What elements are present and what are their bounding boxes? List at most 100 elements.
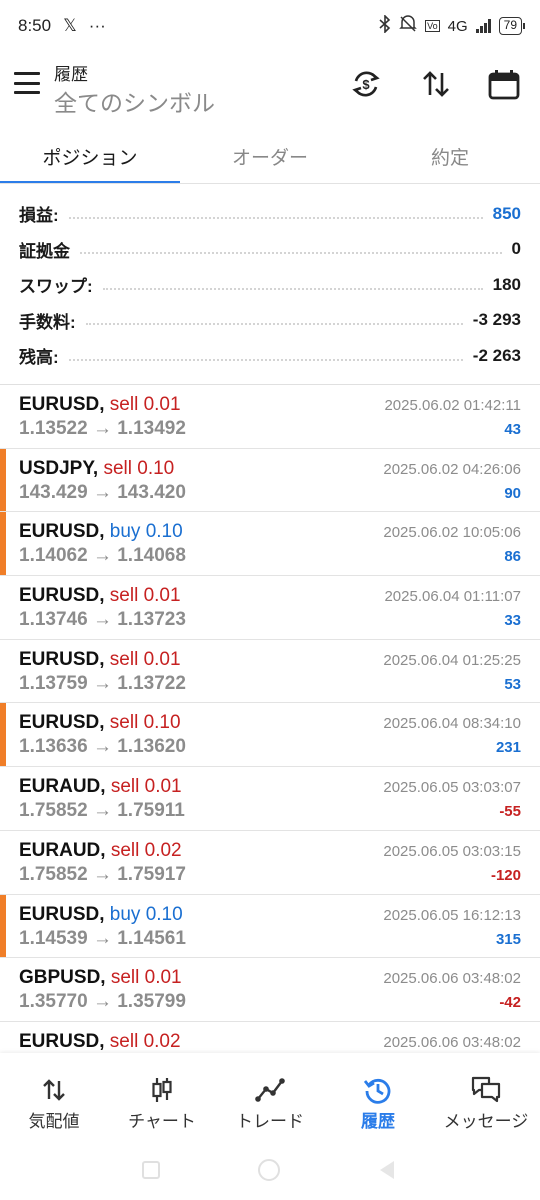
summary-value: -3 293 [472,310,521,330]
menu-icon[interactable] [14,72,40,94]
deal-time: 2025.06.02 04:26:06 [383,460,521,478]
history-tabs: ポジション オーダー 約定 [0,128,540,184]
home-icon[interactable] [258,1159,280,1181]
summary-label: 手数料: [19,312,76,332]
deal-symbol: EURUSD, sell 0.10 [19,712,181,734]
symbol-filter[interactable]: 全てのシンボル [54,84,215,118]
summary-label: 証拠金 [19,241,70,261]
deal-row[interactable]: EURAUD, sell 0.02 1.75852 → 1.75917 2025.0… [0,831,540,895]
deal-symbol: EURUSD, buy 0.10 [19,521,183,543]
trade-side-volume: buy 0.10 [109,903,183,925]
deal-time: 2025.06.02 01:42:11 [384,397,521,414]
nav-label: 履歴 [361,1112,395,1131]
system-nav-area [0,1153,540,1200]
summary-label: 損益: [19,206,59,226]
bottom-nav: 気配値 チャート トレード 履歴 メッセージ [0,1053,540,1153]
symbol-name: GBPUSD, [19,967,106,989]
dotted-leader [80,252,502,255]
trade-side-volume: sell 0.01 [109,394,181,415]
bluetooth-icon [379,14,391,37]
deal-row[interactable]: EURUSD, buy 0.10 1.14062 → 1.14068 2025.06… [0,512,540,577]
deal-time: 2025.06.06 03:48:02 [383,970,521,988]
trade-side-volume: sell 0.01 [109,648,181,670]
deal-row[interactable]: EURUSD, sell 0.02 2025.06.06 03:48:02 [0,1022,540,1053]
svg-text:$: $ [362,77,370,92]
deal-row[interactable]: EURUSD, sell 0.01 1.13759 → 1.13722 2025.0… [0,640,540,704]
app-bar: 履歴 全てのシンボル $ [0,52,540,128]
quotes-icon [41,1073,67,1107]
more-notifications-icon: ··· [88,16,106,35]
nav-history[interactable]: 履歴 [324,1053,432,1153]
deal-profit: 33 [504,612,521,630]
deal-profit: 231 [495,739,521,757]
deal-time: 2025.06.05 03:03:15 [383,842,521,860]
summary-row-profit: 損益: 850 [0,196,540,232]
mute-icon [399,15,417,37]
deal-row[interactable]: EURUSD, sell 0.01 1.13522 → 1.13492 2025.0… [0,385,540,449]
tab-positions[interactable]: ポジション [0,128,180,184]
tab-orders[interactable]: オーダー [180,128,360,184]
deal-symbol: EURAUD, sell 0.01 [19,776,182,798]
deal-profit: 53 [504,675,521,693]
deal-row[interactable]: USDJPY, sell 0.10 143.429 → 143.420 2025.0… [0,448,540,513]
recents-icon[interactable] [142,1161,160,1179]
nav-label: メッセージ [443,1112,529,1131]
x-app-icon: 𝕏 [63,16,77,35]
deal-time: 2025.06.04 08:34:10 [383,715,521,733]
summary-value: 850 [492,203,521,223]
summary-label: スワップ: [19,277,93,297]
volte-icon: Vo [425,20,440,32]
trade-side-volume: buy 0.10 [109,521,183,543]
summary-value: -2 263 [472,345,521,365]
nav-quotes[interactable]: 気配値 [0,1053,108,1153]
trade-icon [255,1073,285,1107]
deal-row[interactable]: EURUSD, sell 0.10 1.13636 → 1.13620 2025.0… [0,703,540,768]
deal-profit: -120 [490,866,521,884]
summary-panel: 損益: 850 証拠金 0 スワップ: 180 手数料: -3 293 残高: … [0,196,540,374]
summary-row-swap: スワップ: 180 [0,267,540,303]
dotted-leader [68,216,483,219]
deal-profit: 43 [504,421,521,438]
deal-row[interactable]: EURUSD, buy 0.10 1.14539 → 1.14561 2025.06… [0,894,540,959]
symbol-name: EURUSD, [19,585,105,607]
open-close-prices: 1.13636 → 1.13620 [19,736,186,758]
summary-row-commission: 手数料: -3 293 [0,303,540,339]
nav-chart[interactable]: チャート [108,1053,216,1153]
deal-row[interactable]: EURUSD, sell 0.01 1.13746 → 1.13723 2025.0… [0,576,540,640]
deal-row[interactable]: GBPUSD, sell 0.01 1.35770 → 1.35799 2025.0… [0,958,540,1022]
summary-row-margin: 証拠金 0 [0,232,540,268]
network-type: 4G [447,17,468,35]
deal-time: 2025.06.02 10:05:06 [383,524,521,542]
dotted-leader [102,287,483,290]
nav-label: 気配値 [28,1112,80,1131]
deal-time: 2025.06.04 01:25:25 [383,651,521,669]
open-close-prices: 1.14062 → 1.14068 [19,545,186,567]
page-title: 履歴 [54,65,88,84]
deal-symbol: EURUSD, sell 0.01 [19,394,181,416]
nav-label: トレード [236,1112,304,1131]
back-icon[interactable] [380,1161,394,1179]
history-icon [363,1073,393,1107]
calendar-icon[interactable] [486,66,522,102]
deal-row[interactable]: EURAUD, sell 0.01 1.75852 → 1.75911 2025.0… [0,767,540,831]
deal-symbol: EURUSD, sell 0.01 [19,649,181,671]
nav-trade[interactable]: トレード [216,1053,324,1153]
tab-deals[interactable]: 約定 [360,128,540,184]
trade-side-volume: sell 0.10 [103,457,175,479]
symbol-name: EURUSD, [19,648,105,670]
messages-icon [470,1073,502,1107]
trade-side-volume: sell 0.10 [109,712,181,734]
deal-profit: 86 [504,548,521,566]
trade-side-volume: sell 0.02 [110,839,182,861]
deal-symbol: EURUSD, sell 0.01 [19,585,181,607]
nav-messages[interactable]: メッセージ [432,1053,540,1153]
currency-exchange-icon[interactable]: $ [348,66,384,102]
deal-time: 2025.06.05 16:12:13 [383,906,521,924]
sort-icon[interactable] [418,66,454,102]
symbol-name: EURUSD, [19,521,105,543]
symbol-name: EURUSD, [19,1030,105,1052]
symbol-name: EURAUD, [19,776,106,798]
open-close-prices: 1.13522 → 1.13492 [19,418,186,439]
positions-list: EURUSD, sell 0.01 1.13522 → 1.13492 2025.0… [0,385,540,1053]
symbol-name: EURUSD, [19,903,105,925]
